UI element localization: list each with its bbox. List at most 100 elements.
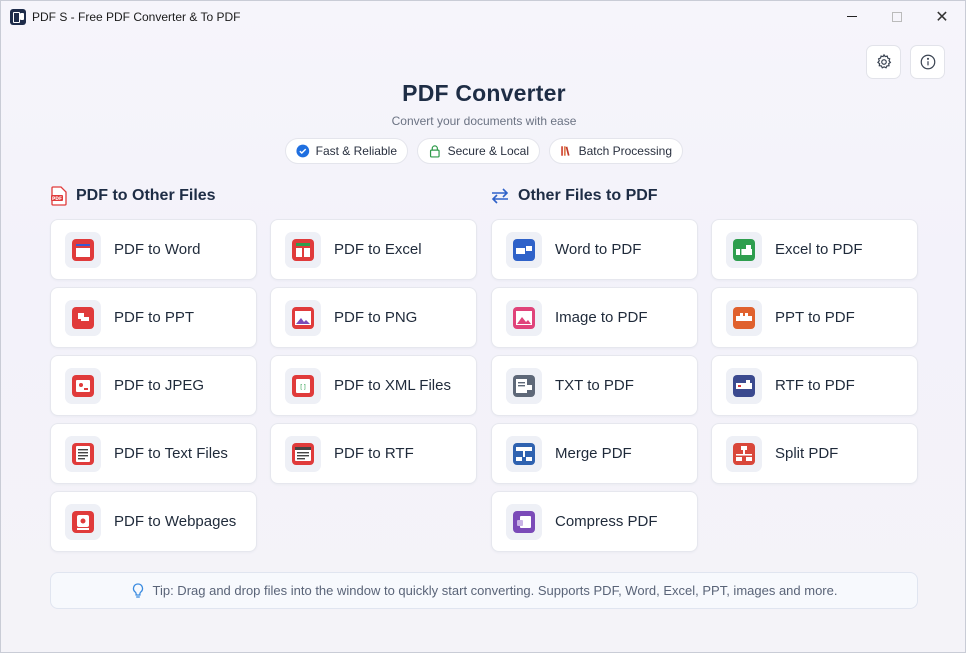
card-label: Split PDF xyxy=(775,445,839,462)
card-label: Image to PDF xyxy=(555,309,648,326)
check-circle-icon xyxy=(296,144,310,158)
card-icon-box xyxy=(506,435,542,472)
card-pdf-to-webpages[interactable]: PDF to Webpages xyxy=(50,491,257,552)
card-label: Compress PDF xyxy=(555,513,658,530)
card-pdf-to-xml[interactable]: [] PDF to XML Files xyxy=(270,355,477,416)
card-pdf-to-excel[interactable]: PDF to Excel xyxy=(270,219,477,280)
card-label: PDF to PPT xyxy=(114,309,195,326)
badge-batch-processing: Batch Processing xyxy=(549,138,683,164)
card-icon-box xyxy=(65,503,101,540)
card-pdf-to-text[interactable]: PDF to Text Files xyxy=(50,423,257,484)
card-icon-box: [] xyxy=(285,367,321,404)
split-icon xyxy=(733,442,755,465)
photo-icon xyxy=(72,374,94,397)
card-compress-pdf[interactable]: Compress PDF xyxy=(491,491,698,552)
card-rtf-to-pdf[interactable]: RTF to PDF xyxy=(711,355,918,416)
card-label: Word to PDF xyxy=(555,241,642,258)
maximize-button[interactable] xyxy=(874,1,920,32)
card-icon-box xyxy=(285,299,321,336)
card-icon-box xyxy=(506,503,542,540)
compress-icon xyxy=(513,510,535,533)
badge-label: Secure & Local xyxy=(447,144,529,158)
card-label: RTF to PDF xyxy=(775,377,855,394)
swap-arrows-icon xyxy=(491,188,509,204)
card-txt-to-pdf[interactable]: TXT to PDF xyxy=(491,355,698,416)
card-excel-to-pdf[interactable]: Excel to PDF xyxy=(711,219,918,280)
card-icon-box xyxy=(285,435,321,472)
card-pdf-to-ppt[interactable]: PDF to PPT xyxy=(50,287,257,348)
card-label: Excel to PDF xyxy=(775,241,863,258)
card-label: TXT to PDF xyxy=(555,377,634,394)
card-merge-pdf[interactable]: Merge PDF xyxy=(491,423,698,484)
lightbulb-icon xyxy=(132,582,143,598)
excel-sheet-icon xyxy=(292,238,314,261)
txt-to-pdf-icon xyxy=(513,374,535,397)
card-icon-box xyxy=(726,299,762,336)
page-title: PDF Converter xyxy=(402,80,566,106)
card-pdf-to-jpeg[interactable]: PDF to JPEG xyxy=(50,355,257,416)
section-title-text: PDF to Other Files xyxy=(76,187,216,204)
webpage-icon xyxy=(72,510,94,533)
page-subtitle: Convert your documents with ease xyxy=(391,114,577,128)
card-icon-box xyxy=(726,435,762,472)
card-icon-box xyxy=(285,231,321,268)
badge-label: Batch Processing xyxy=(578,144,672,158)
card-label: PPT to PDF xyxy=(775,309,855,326)
card-image-to-pdf[interactable]: Image to PDF xyxy=(491,287,698,348)
image-to-pdf-icon xyxy=(513,306,535,329)
settings-button[interactable] xyxy=(866,45,901,79)
card-split-pdf[interactable]: Split PDF xyxy=(711,423,918,484)
info-icon xyxy=(920,54,935,70)
card-icon-box xyxy=(65,367,101,404)
slides-icon xyxy=(72,306,94,329)
card-label: PDF to Webpages xyxy=(114,513,237,530)
close-button[interactable]: ✕ xyxy=(919,1,965,32)
tip-text: Tip: Drag and drop files into the window… xyxy=(152,583,838,598)
card-ppt-to-pdf[interactable]: PPT to PDF xyxy=(711,287,918,348)
card-icon-box xyxy=(65,299,101,336)
card-icon-box xyxy=(726,367,762,404)
text-file-icon xyxy=(72,442,94,465)
card-icon-box xyxy=(726,231,762,268)
card-label: PDF to XML Files xyxy=(334,377,451,394)
card-pdf-to-png[interactable]: PDF to PNG xyxy=(270,287,477,348)
info-button[interactable] xyxy=(910,45,945,79)
word-to-pdf-icon xyxy=(513,238,535,261)
stack-icon xyxy=(561,146,570,156)
section-title-text: Other Files to PDF xyxy=(518,187,658,204)
card-label: PDF to JPEG xyxy=(114,377,205,394)
pdf-file-icon: PDF xyxy=(51,186,67,206)
minimize-button[interactable] xyxy=(829,1,875,32)
title-bar: PDF S - Free PDF Converter & To PDF ✕ xyxy=(1,1,965,33)
maximize-icon xyxy=(892,11,902,22)
badge-secure-local: Secure & Local xyxy=(417,138,540,164)
card-icon-box xyxy=(506,367,542,404)
app-window: PDF S - Free PDF Converter & To PDF ✕ PD… xyxy=(0,0,966,653)
feature-badges: Fast & Reliable Secure & Local Batch Pro… xyxy=(1,138,966,164)
excel-to-pdf-icon xyxy=(733,238,755,261)
image-icon xyxy=(292,306,314,329)
app-logo-icon xyxy=(10,9,26,25)
badge-label: Fast & Reliable xyxy=(315,144,397,158)
word-doc-icon xyxy=(72,238,94,261)
card-pdf-to-rtf[interactable]: PDF to RTF xyxy=(270,423,477,484)
card-word-to-pdf[interactable]: Word to PDF xyxy=(491,219,698,280)
lock-icon xyxy=(429,145,440,158)
xml-file-icon: [] xyxy=(292,374,314,397)
card-icon-box xyxy=(506,231,542,268)
card-label: Merge PDF xyxy=(555,445,632,462)
card-pdf-to-word[interactable]: PDF to Word xyxy=(50,219,257,280)
gear-icon xyxy=(876,53,891,69)
minimize-icon xyxy=(847,16,857,17)
badge-fast-reliable: Fast & Reliable xyxy=(285,138,408,164)
card-icon-box xyxy=(65,231,101,268)
window-title: PDF S - Free PDF Converter & To PDF xyxy=(32,10,241,24)
svg-text:[]: [] xyxy=(299,384,306,391)
rtf-to-pdf-icon xyxy=(733,374,755,397)
card-label: PDF to Excel xyxy=(334,241,422,258)
card-icon-box xyxy=(65,435,101,472)
rtf-file-icon xyxy=(292,442,314,465)
ppt-to-pdf-icon xyxy=(733,306,755,329)
tip-banner: Tip: Drag and drop files into the window… xyxy=(50,572,918,609)
section-pdf-to-other-title: PDF PDF to Other Files xyxy=(50,185,216,207)
